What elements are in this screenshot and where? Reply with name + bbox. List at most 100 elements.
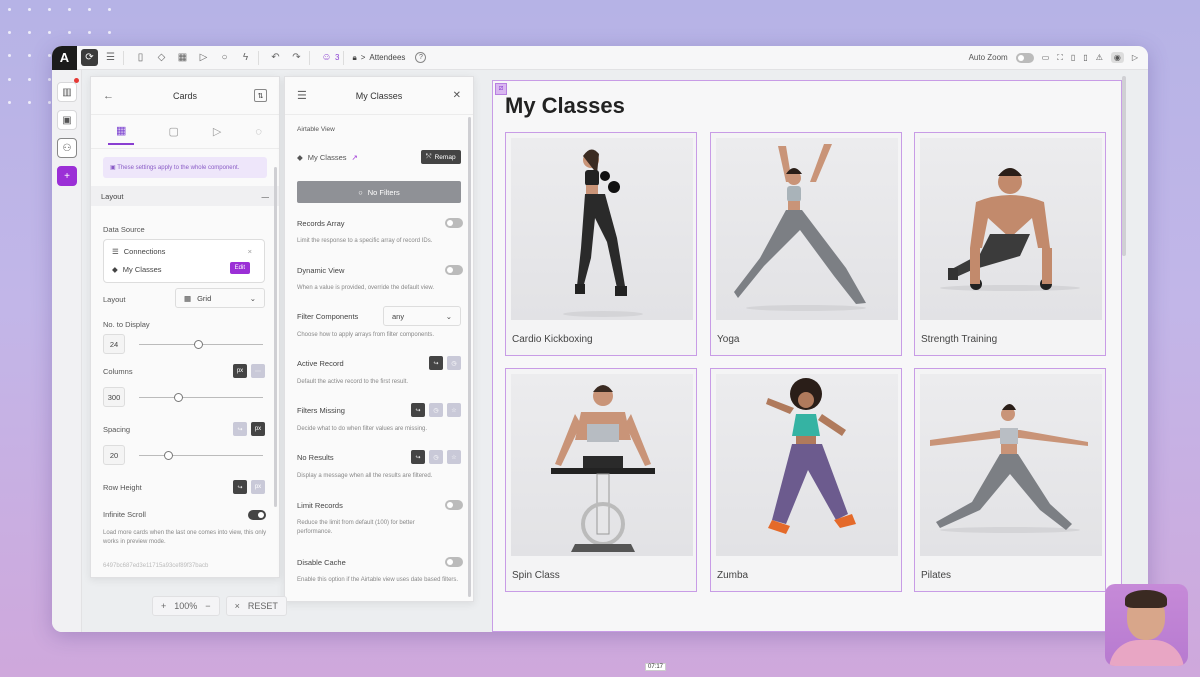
sync-icon[interactable]: ⟳ [81, 49, 98, 66]
run-play-icon[interactable]: ▷ [1132, 53, 1138, 62]
canvas-scrollbar[interactable] [1122, 76, 1126, 256]
link-icon[interactable]: ↪ [233, 480, 247, 494]
scrollbar[interactable] [468, 117, 471, 597]
layout-icon[interactable]: ▦ [174, 49, 191, 66]
spacing-input[interactable]: 20 [103, 445, 125, 465]
no-results-star-icon[interactable]: ☆ [447, 450, 461, 464]
add-icon[interactable]: + [57, 166, 77, 186]
search-icon[interactable]: ○ [216, 49, 233, 66]
play-icon[interactable]: ▷ [195, 49, 212, 66]
close-icon[interactable]: × [248, 247, 252, 256]
no-filters-button[interactable]: ○ No Filters [297, 181, 461, 203]
collapse-icon[interactable]: — [262, 192, 270, 201]
divider [309, 50, 310, 65]
class-card[interactable]: Zumba [710, 368, 902, 592]
slider-handle[interactable] [194, 340, 204, 349]
card-caption: Yoga [717, 334, 740, 345]
desktop-icon[interactable]: ▭ [1042, 53, 1050, 62]
layout-section-header[interactable]: Layout — [91, 186, 279, 206]
slider-handle[interactable] [164, 451, 174, 460]
page-icon[interactable]: ▯ [132, 49, 149, 66]
external-link-icon[interactable]: ↗ [352, 153, 358, 162]
preview-eye-icon[interactable]: ◉ [1110, 52, 1124, 63]
class-image [511, 138, 693, 320]
warning-icon[interactable]: ⚠ [1096, 53, 1103, 62]
airtable-view-label: Airtable View [297, 126, 335, 133]
px-unit-button[interactable]: px [233, 364, 247, 378]
left-rail: ▥ ▣ ⚇ + [52, 70, 82, 632]
class-card[interactable]: Cardio Kickboxing [505, 132, 697, 356]
breadcrumb[interactable]: 🔒︎ > Attendees [352, 53, 405, 63]
disable-cache-toggle[interactable] [445, 557, 463, 567]
no-to-display-slider[interactable] [139, 340, 263, 349]
users-icon[interactable]: ☺ [318, 49, 335, 66]
filter-components-select[interactable]: any ⌄ [383, 306, 461, 326]
bolt-icon[interactable]: ϟ [237, 49, 254, 66]
tab-grid-icon[interactable]: ▦ [108, 118, 135, 145]
px-unit-button-3[interactable]: px [251, 480, 265, 494]
tab-info-icon[interactable]: ◌ [255, 126, 262, 138]
info-banner: ▣ These settings apply to the whole comp… [103, 157, 267, 178]
percent-unit-button[interactable]: ⋯ [251, 364, 265, 378]
close-icon[interactable]: ✕ [453, 90, 461, 101]
zoom-in-button[interactable]: + [161, 601, 166, 611]
spacing-slider[interactable] [139, 451, 263, 460]
infinite-scroll-toggle[interactable] [248, 510, 266, 520]
fit-icon[interactable]: ⛶ [1057, 53, 1063, 63]
no-results-desc: Display a message when all the results a… [297, 473, 433, 479]
dynamic-view-toggle[interactable] [445, 265, 463, 275]
class-card[interactable]: Pilates [914, 368, 1106, 592]
columns-slider[interactable] [139, 393, 263, 402]
active-record-link-icon[interactable]: ↪ [429, 356, 443, 370]
filters-missing-link-icon[interactable]: ↪ [411, 403, 425, 417]
limit-records-toggle[interactable] [445, 500, 463, 510]
no-results-link-icon[interactable]: ↪ [411, 450, 425, 464]
auto-zoom-toggle[interactable] [1015, 52, 1034, 63]
tab-style-icon[interactable]: ▢ [168, 125, 178, 138]
no-results-clock-icon[interactable]: ◷ [429, 450, 443, 464]
records-array-toggle[interactable] [445, 218, 463, 228]
disable-cache-label: Disable Cache [297, 557, 346, 567]
redo-icon[interactable]: ↷ [288, 49, 305, 66]
edit-button[interactable]: Edit [229, 262, 250, 274]
canvas-component[interactable]: ⧄ My Classes Cardio Kickboxing Yoga Stre… [492, 80, 1122, 632]
connections-label: Connections [123, 247, 166, 256]
zoom-out-button[interactable]: − [205, 601, 210, 611]
back-arrow-icon[interactable]: ← [103, 90, 114, 102]
remap-button[interactable]: ⤲ Remap [421, 150, 461, 164]
reset-button[interactable]: × RESET [225, 596, 287, 616]
pages-icon[interactable]: ▥ [57, 82, 77, 102]
link-unit-button[interactable]: ↪ [233, 422, 247, 436]
phone-icon[interactable]: ▯ [1083, 53, 1087, 62]
webcam-shirt [1109, 640, 1184, 666]
drop-icon[interactable]: ◇ [153, 49, 170, 66]
card-caption: Pilates [921, 570, 952, 581]
breadcrumb-page[interactable]: Attendees [369, 53, 405, 62]
columns-input[interactable]: 300 [103, 387, 125, 407]
class-card[interactable]: Strength Training [914, 132, 1106, 356]
calendar-icon[interactable]: ▣ [57, 110, 77, 130]
tablet-icon[interactable]: ▯ [1071, 53, 1075, 62]
chevron-down-icon: ⌄ [445, 311, 452, 321]
help-icon[interactable]: ? [415, 52, 427, 63]
px-unit-button-2[interactable]: px [251, 422, 265, 436]
tab-actions-icon[interactable]: ▷ [213, 125, 221, 138]
user-icon[interactable]: ⚇ [57, 138, 77, 158]
class-card[interactable]: Spin Class [505, 368, 697, 592]
no-to-display-input[interactable]: 24 [103, 334, 125, 354]
slider-handle[interactable] [173, 393, 183, 402]
sort-icon[interactable]: ⇅ [254, 89, 267, 102]
layout-select[interactable]: ▦ Grid ⌄ [175, 288, 265, 308]
reset-icon: × [234, 601, 240, 611]
app-logo[interactable]: A [52, 46, 77, 70]
database-icon[interactable]: ☰ [102, 49, 119, 66]
scrollbar[interactable] [274, 167, 277, 507]
no-results-label: No Results [297, 453, 334, 462]
filters-missing-clock-icon[interactable]: ◷ [429, 403, 443, 417]
active-record-clock-icon[interactable]: ◷ [447, 356, 461, 370]
undo-icon[interactable]: ↶ [267, 49, 284, 66]
filters-missing-star-icon[interactable]: ☆ [447, 403, 461, 417]
class-image [716, 138, 898, 320]
class-card[interactable]: Yoga [710, 132, 902, 356]
component-id: 6497bc687ed3e11715a93cef89f37bacb [103, 563, 209, 569]
